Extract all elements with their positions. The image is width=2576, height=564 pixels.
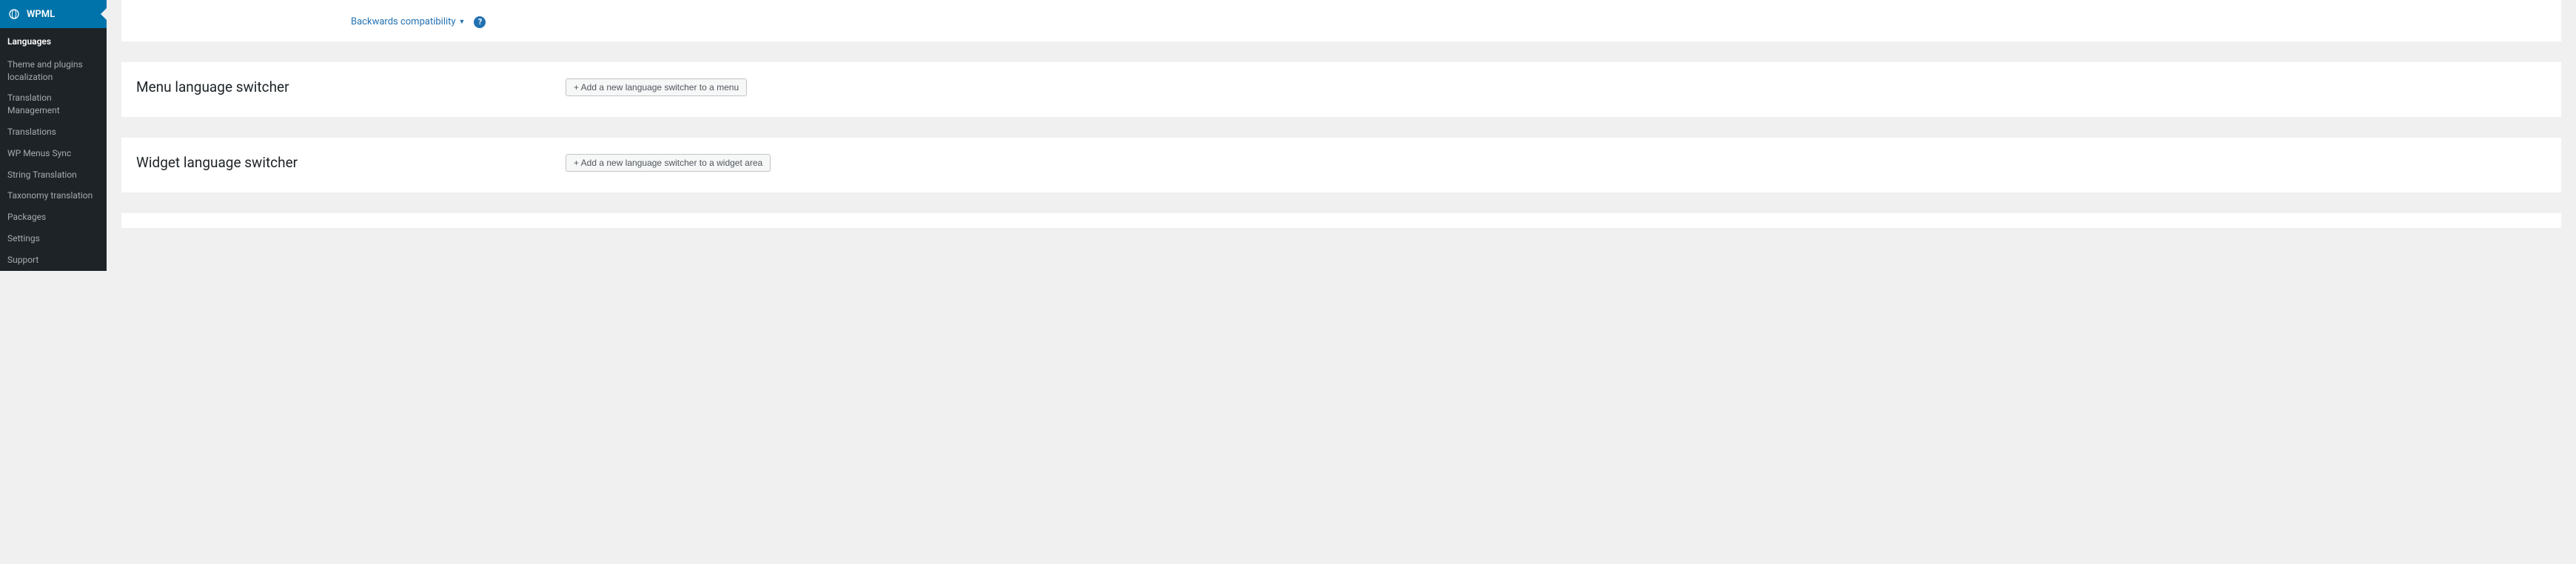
sidebar-item-wp-menus-sync[interactable]: WP Menus Sync xyxy=(0,143,107,164)
sidebar: WPML Languages Theme and plugins localiz… xyxy=(0,0,107,271)
panel-bottom-spacer xyxy=(121,213,2561,228)
sidebar-item-settings[interactable]: Settings xyxy=(0,228,107,249)
sidebar-item-languages[interactable]: Languages xyxy=(0,28,107,54)
sidebar-pointer-icon xyxy=(101,8,107,20)
panel-menu-language-switcher: Menu language switcher + Add a new langu… xyxy=(121,62,2561,117)
sidebar-item-label: Languages xyxy=(7,36,51,47)
sidebar-item-translations[interactable]: Translations xyxy=(0,121,107,143)
sidebar-item-label: Packages xyxy=(7,212,46,222)
sidebar-item-label: Translation Management xyxy=(7,93,60,115)
sidebar-item-label: Theme and plugins localization xyxy=(7,59,83,82)
sidebar-item-label: Settings xyxy=(7,233,40,244)
sidebar-item-label: WP Menus Sync xyxy=(7,148,71,158)
sidebar-header-label: WPML xyxy=(27,9,55,20)
panel-title: Menu language switcher xyxy=(136,78,551,95)
help-icon[interactable]: ? xyxy=(474,16,486,28)
sidebar-item-label: String Translation xyxy=(7,169,77,180)
wpml-icon xyxy=(7,7,21,21)
sidebar-item-string-translation[interactable]: String Translation xyxy=(0,164,107,186)
sidebar-item-packages[interactable]: Packages xyxy=(0,207,107,228)
sidebar-item-support[interactable]: Support xyxy=(0,249,107,271)
add-widget-switcher-button[interactable]: + Add a new language switcher to a widge… xyxy=(566,154,771,172)
panel-widget-language-switcher: Widget language switcher + Add a new lan… xyxy=(121,138,2561,192)
caret-down-icon: ▼ xyxy=(459,18,466,26)
sidebar-item-taxonomy-translation[interactable]: Taxonomy translation xyxy=(0,185,107,207)
main-content: Backwards compatibility ▼ ? Menu languag… xyxy=(107,0,2576,271)
add-menu-switcher-button[interactable]: + Add a new language switcher to a menu xyxy=(566,78,747,96)
sidebar-item-theme-plugins-localization[interactable]: Theme and plugins localization xyxy=(0,54,107,88)
sidebar-header-wpml[interactable]: WPML xyxy=(0,0,107,28)
link-text: Backwards compatibility xyxy=(351,16,456,27)
backwards-compatibility-link[interactable]: Backwards compatibility ▼ xyxy=(351,16,465,27)
panel-title: Widget language switcher xyxy=(136,154,551,171)
sidebar-item-label: Taxonomy translation xyxy=(7,190,93,201)
sidebar-item-label: Support xyxy=(7,255,38,265)
sidebar-item-label: Translations xyxy=(7,127,56,137)
sidebar-item-translation-management[interactable]: Translation Management xyxy=(0,87,107,121)
top-section: Backwards compatibility ▼ ? xyxy=(121,0,2561,41)
